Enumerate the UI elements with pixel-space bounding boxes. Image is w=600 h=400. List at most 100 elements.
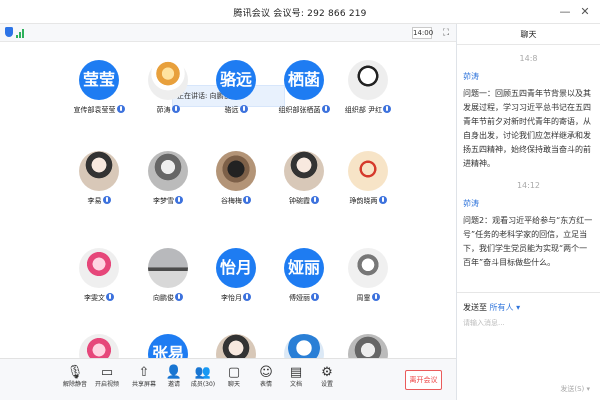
meeting-status-strip: 14:00 ⛶	[0, 24, 456, 42]
meeting-toolbar: 🎙 解除静音 ▭ 开启视频 ⇧ 共享屏幕 👤 邀请 👥 成员(30) ▢ 聊天 ☺ 表情 ▤ 文…	[0, 358, 456, 400]
invite-user-icon: 👤	[165, 365, 183, 380]
avatar: 怡月	[216, 248, 256, 288]
send-to-selector[interactable]: 发送至 所有人 ▾	[463, 302, 600, 313]
avatar	[284, 151, 324, 191]
participant-gallery: 正在讲话: 向鹏俊; 莹莹 宣传部袁莹莹 茆涛 骆远 骆远 栖菡 组织部张栖菡 组织部…	[0, 42, 456, 358]
participant-tile[interactable]: 张易	[133, 334, 203, 358]
participant-tile[interactable]	[333, 334, 403, 358]
shield-icon[interactable]	[5, 27, 13, 37]
avatar	[348, 248, 388, 288]
participant-name: 茆涛	[133, 105, 203, 115]
video-camera-icon: ▭	[100, 365, 114, 380]
avatar	[148, 248, 188, 288]
microphone-icon	[243, 196, 251, 204]
participant-tile[interactable]: 骆远 骆远	[201, 60, 271, 128]
participant-tile[interactable]: 茆涛	[133, 60, 203, 128]
participant-name: 周霊	[333, 293, 403, 303]
participant-name: 琤韵晓两	[333, 196, 403, 206]
message-input[interactable]: 请输入消息...	[463, 318, 600, 328]
participant-tile[interactable]: 莹莹 宣传部袁莹莹	[64, 60, 134, 128]
title-bar: 腾讯会议 会议号: 292 866 219 — ✕	[0, 0, 600, 24]
avatar: 莹莹	[79, 60, 119, 100]
microphone-icon	[378, 196, 387, 204]
avatar: 骆远	[216, 60, 256, 100]
participant-tile[interactable]: 娅丽 傅娅丽	[269, 248, 339, 316]
meeting-time: 14:00	[412, 27, 434, 39]
microphone-icon	[311, 293, 319, 301]
avatar	[216, 151, 256, 191]
participant-name: 李易	[64, 196, 134, 206]
send-button[interactable]: 发送(S) ▾	[560, 384, 590, 394]
participant-name: 谷梅梅	[201, 196, 271, 206]
emoji-button[interactable]: ☺ 表情	[250, 364, 282, 396]
window-title: 腾讯会议 会议号: 292 866 219	[233, 9, 367, 19]
participant-tile[interactable]	[201, 334, 271, 358]
participant-name: 向鹏俊	[133, 293, 203, 303]
message-sender[interactable]: 茆涛	[463, 198, 600, 209]
participant-tile[interactable]: 李梦雪	[133, 151, 203, 219]
participant-tile[interactable]: 栖菡 组织部张栖菡	[269, 60, 339, 128]
avatar	[79, 248, 119, 288]
avatar	[348, 334, 388, 358]
participant-tile[interactable]	[64, 334, 134, 358]
avatar	[216, 334, 256, 358]
participant-tile[interactable]: 李雯文	[64, 248, 134, 316]
microphone-icon	[175, 196, 183, 204]
microphone-icon	[239, 105, 248, 113]
participant-tile[interactable]	[269, 334, 339, 358]
participant-tile[interactable]: 琤韵晓两	[333, 151, 403, 219]
participant-name: 李雯文	[64, 293, 134, 303]
participant-name: 组织部张栖菡	[269, 105, 339, 115]
message-timestamp: 14:8	[519, 54, 538, 63]
video-button[interactable]: ▭ 开启视频	[91, 364, 123, 396]
participant-tile[interactable]: 周霊	[333, 248, 403, 316]
microphone-icon	[321, 105, 330, 113]
fullscreen-icon[interactable]: ⛶	[440, 27, 452, 39]
settings-button[interactable]: ⚙ 设置	[311, 364, 343, 396]
microphone-icon	[383, 105, 392, 113]
participant-name: 组织部 尹红	[333, 105, 403, 115]
share-screen-icon: ⇧	[138, 365, 150, 380]
share-screen-button[interactable]: ⇧ 共享屏幕	[128, 364, 160, 396]
avatar	[148, 151, 188, 191]
participant-tile[interactable]: 组织部 尹红	[333, 60, 403, 128]
microphone-icon	[243, 293, 251, 301]
microphone-icon	[311, 196, 319, 204]
chat-message: 问题一：回顾五四青年节背景以及其发展过程，学习习近平总书记在五四青年节前夕对新时…	[463, 89, 591, 168]
participant-tile[interactable]: 钟碗霞	[269, 151, 339, 219]
avatar	[148, 60, 188, 100]
leave-meeting-button[interactable]: 离开会议	[405, 370, 442, 390]
microphone-icon	[175, 293, 183, 301]
participant-tile[interactable]: 谷梅梅	[201, 151, 271, 219]
participant-tile[interactable]: 怡月 李怡月	[201, 248, 271, 316]
message-sender[interactable]: 茆涛	[463, 71, 600, 82]
document-icon: ▤	[289, 365, 303, 380]
chat-message: 问题2：观看习近平给参与“东方红一号”任务的老科学家的回信，立足当下，我们学生党…	[463, 216, 593, 267]
participant-name: 李怡月	[201, 293, 271, 303]
participant-name: 骆远	[201, 105, 271, 115]
microphone-icon	[116, 105, 125, 113]
minimize-icon[interactable]: —	[557, 4, 573, 20]
participant-tile[interactable]: 向鹏俊	[133, 248, 203, 316]
participant-tile[interactable]: 李易	[64, 151, 134, 219]
invite-button[interactable]: 👤 邀请	[158, 364, 190, 396]
documents-button[interactable]: ▤ 文档	[280, 364, 312, 396]
avatar: 栖菡	[284, 60, 324, 100]
chat-panel: 聊天 14:8 茆涛 问题一：回顾五四青年节背景以及其发展过程，学习习近平总书记…	[456, 24, 600, 400]
members-button[interactable]: 👥 成员(30)	[187, 364, 219, 396]
chevron-down-icon[interactable]: ▾	[586, 385, 590, 393]
network-signal-icon[interactable]	[16, 28, 24, 38]
microphone-icon	[371, 293, 380, 301]
participant-name: 傅娅丽	[269, 293, 339, 303]
message-compose-area: 发送至 所有人 ▾ 请输入消息... 发送(S) ▾	[457, 292, 600, 400]
smile-icon: ☺	[259, 365, 273, 380]
participant-name: 钟碗霞	[269, 196, 339, 206]
avatar	[79, 334, 119, 358]
participant-name: 李梦雪	[133, 196, 203, 206]
chat-button[interactable]: ▢ 聊天	[218, 364, 250, 396]
avatar	[348, 151, 388, 191]
avatar	[79, 151, 119, 191]
mute-button[interactable]: 🎙 解除静音	[59, 364, 91, 396]
avatar: 娅丽	[284, 248, 324, 288]
close-icon[interactable]: ✕	[577, 4, 593, 20]
